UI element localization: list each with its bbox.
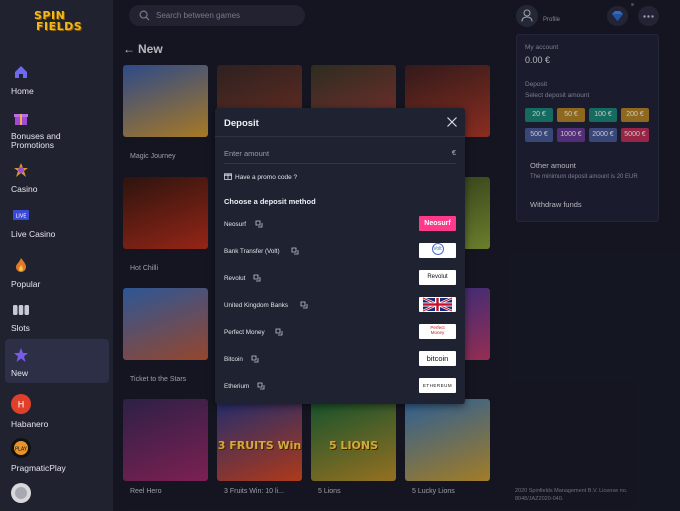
deposit-method-logo-text: Volt — [431, 243, 444, 256]
sidebar-item-label: Bonuses and Promotions — [11, 131, 61, 150]
info-icon[interactable] — [300, 301, 308, 309]
deposit-modal: Deposit € Have a promo code ? Choose a d… — [215, 108, 465, 404]
currency-symbol: € — [451, 148, 456, 157]
deposit-method-logo: bitcoin — [419, 351, 456, 366]
sidebar-item-label: PragmaticPlay — [11, 463, 66, 473]
uk-flag-icon — [422, 297, 453, 312]
modal-title: Deposit — [224, 118, 259, 129]
deposit-method-row[interactable]: Perfect Money Perfect Money — [224, 324, 456, 342]
deposit-method-logo: ETHEREUM — [419, 378, 456, 393]
sidebar-item-live-casino[interactable]: LIVE Live Casino — [5, 208, 109, 242]
info-icon[interactable] — [275, 328, 283, 336]
promo-code-toggle[interactable]: Have a promo code ? — [224, 172, 297, 181]
svg-text:PLAY: PLAY — [15, 447, 28, 453]
live-icon: LIVE — [13, 210, 29, 220]
close-icon[interactable] — [446, 116, 458, 128]
sidebar-item-more-provider[interactable] — [5, 483, 109, 511]
deposit-method-name: Perfect Money — [224, 329, 265, 336]
live-badge-text: LIVE — [16, 214, 27, 220]
info-icon[interactable] — [253, 274, 261, 282]
sidebar-item-label: Popular — [11, 279, 41, 289]
deposit-method-logo — [419, 297, 456, 312]
deposit-method-logo-text: bitcoin — [426, 354, 449, 363]
deposit-method-row[interactable]: Etherium ETHEREUM — [224, 378, 456, 396]
habanero-logo-icon: H — [11, 394, 31, 414]
promo-code-label: Have a promo code ? — [235, 174, 298, 181]
sidebar-item-bonuses[interactable]: Bonuses and Promotions — [5, 110, 109, 150]
deposit-method-logo-text: ETHEREUM — [422, 383, 453, 388]
sidebar-item-new[interactable]: New — [5, 339, 109, 383]
sidebar-item-label: Habanero — [11, 419, 49, 429]
deposit-method-row[interactable]: Bitcoin bitcoin — [224, 351, 456, 369]
svg-text:H: H — [18, 401, 25, 411]
sidebar-item-habanero[interactable]: H Habanero — [5, 394, 109, 430]
deposit-method-logo-text: Perfect Money — [430, 325, 445, 336]
amount-field[interactable]: € — [224, 142, 456, 164]
deposit-method-name: Revolut — [224, 275, 246, 282]
spinfields-logo[interactable]: SPIN FIELDS — [34, 10, 83, 40]
home-icon — [15, 66, 27, 78]
deposit-method-logo: Revolut — [419, 270, 456, 285]
deposit-method-logo: Perfect Money — [419, 324, 456, 339]
gift-icon — [14, 114, 28, 125]
deposit-method-logo: Neosurf — [419, 216, 456, 231]
casino-star-icon — [14, 163, 28, 177]
logo-line-2: FIELDS — [36, 20, 83, 33]
sidebar-item-casino[interactable]: Casino — [5, 162, 109, 196]
modal-divider — [215, 136, 465, 137]
sidebar-item-label: Home — [11, 86, 34, 96]
deposit-method-logo: Volt — [419, 243, 456, 258]
deposit-method-name: Bitcoin — [224, 356, 243, 363]
deposit-method-name: Bank Transfer (Volt) — [224, 248, 280, 255]
info-icon[interactable] — [255, 220, 263, 228]
deposit-method-row[interactable]: Neosurf Neosurf — [224, 216, 456, 234]
info-icon[interactable] — [257, 382, 265, 390]
sidebar-item-label: Live Casino — [11, 229, 56, 239]
gift-small-icon — [224, 173, 232, 180]
sidebar-item-slots[interactable]: Slots — [5, 302, 109, 336]
sidebar-item-home[interactable]: Home — [5, 64, 109, 98]
deposit-method-name: Etherium — [224, 383, 250, 390]
provider-logo-icon — [11, 483, 31, 503]
sidebar-item-popular[interactable]: Popular — [5, 257, 109, 291]
info-icon[interactable] — [291, 247, 299, 255]
star-icon — [14, 348, 28, 362]
deposit-method-name: Neosurf — [224, 221, 247, 228]
sidebar-item-label: New — [11, 368, 29, 378]
deposit-method-row[interactable]: Revolut Revolut — [224, 270, 456, 288]
deposit-method-row[interactable]: United Kingdom Banks — [224, 297, 456, 315]
pragmatic-logo-icon: PLAY — [11, 438, 31, 458]
sidebar-item-label: Casino — [11, 184, 38, 194]
deposit-method-name: United Kingdom Banks — [224, 302, 289, 309]
sidebar-item-pragmaticplay[interactable]: PLAY PragmaticPlay — [5, 438, 109, 474]
info-icon[interactable] — [251, 355, 259, 363]
flame-icon — [16, 258, 26, 272]
sidebar-item-label: Slots — [11, 323, 30, 333]
deposit-method-logo-text: Revolut — [427, 274, 448, 280]
choose-method-heading: Choose a deposit method — [224, 197, 316, 206]
slots-icon — [13, 305, 29, 315]
deposit-method-row[interactable]: Bank Transfer (Volt) Volt — [224, 243, 456, 261]
sidebar: SPIN FIELDS Home Bonuses and Promotions … — [0, 0, 113, 511]
amount-input[interactable] — [224, 146, 439, 160]
deposit-method-logo-text: Neosurf — [424, 220, 451, 227]
